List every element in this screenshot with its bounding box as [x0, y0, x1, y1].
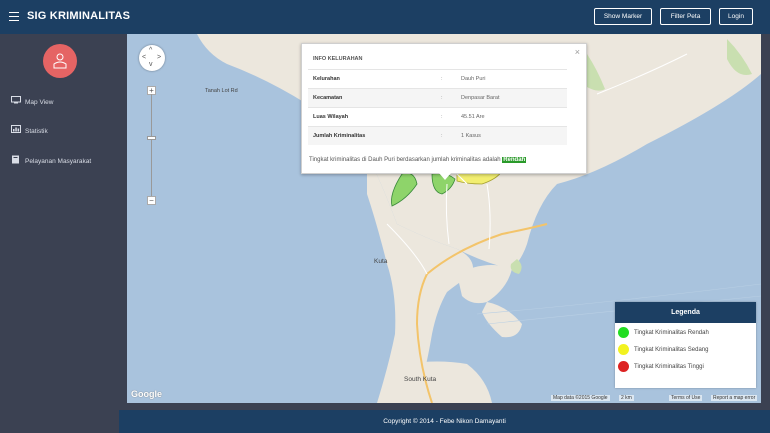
sidebar-item-statistik[interactable]: Statistik [11, 125, 48, 137]
legend-item-sedang: Tingkat Kriminalitas Sedang [618, 344, 708, 358]
info-separator: : [436, 106, 456, 126]
info-kelurahan-popup: × INFO KELURAHAN Kelurahan : Dauh Puri K… [301, 43, 587, 180]
pan-up-icon[interactable]: ^ [149, 47, 152, 54]
info-value: 1 Kasus [456, 125, 567, 145]
table-row: Jumlah Kriminalitas : 1 Kasus [308, 125, 567, 145]
login-button[interactable]: Login [719, 8, 753, 25]
map-label-tanah-lot: Tanah Lot Rd [205, 88, 238, 94]
map-legend: Legenda Tingkat Kriminalitas Rendah Ting… [615, 302, 756, 388]
map-canvas[interactable]: ^ < > v + − Tanah Lot Rd Kuta South Kuta… [127, 34, 761, 403]
sidebar-item-map-view[interactable]: Map View [11, 96, 53, 108]
red-dot-icon [618, 361, 629, 372]
map-label-south-kuta: South Kuta [404, 376, 437, 383]
sidebar-item-pelayanan-masyarakat[interactable]: Pelayanan Masyarakat [11, 155, 91, 167]
table-row: Kecamatan : Denpasar Barat [308, 87, 567, 107]
user-shield-icon [53, 53, 67, 69]
legend-item-tinggi: Tingkat Kriminalitas Tinggi [618, 361, 704, 375]
popup-pointer [439, 173, 451, 180]
pan-left-icon[interactable]: < [142, 54, 146, 61]
close-icon[interactable]: × [575, 47, 580, 57]
sidebar-item-label: Pelayanan Masyarakat [25, 158, 92, 165]
info-separator: : [436, 125, 456, 145]
info-value: Denpasar Barat [456, 87, 567, 107]
map-pan-control[interactable]: ^ < > v [139, 45, 165, 71]
monitor-icon [11, 96, 21, 109]
legend-label: Tingkat Kriminalitas Sedang [634, 347, 709, 354]
table-row: Luas Wilayah : 45.51 Are [308, 106, 567, 126]
info-key: Luas Wilayah [308, 106, 436, 126]
zoom-slider-thumb[interactable] [147, 136, 156, 140]
top-navbar: SIG KRIMINALITAS Show Marker Filter Peta… [0, 0, 770, 34]
info-separator: : [436, 87, 456, 107]
legend-title: Legenda [615, 302, 756, 323]
sidebar-item-label: Map View [25, 98, 54, 106]
sidebar-item-label: Statistik [25, 127, 48, 135]
legend-label: Tingkat Kriminalitas Tinggi [634, 364, 704, 371]
legend-item-rendah: Tingkat Kriminalitas Rendah [618, 327, 709, 341]
app-title: SIG KRIMINALITAS [27, 10, 131, 22]
google-logo[interactable]: Google [131, 389, 162, 399]
pan-down-icon[interactable]: v [149, 61, 153, 68]
info-separator: : [436, 68, 456, 88]
map-scale[interactable]: 2 km [619, 395, 634, 401]
info-value: Dauh Puri [456, 68, 567, 88]
app-logo [43, 44, 77, 78]
show-marker-button[interactable]: Show Marker [594, 8, 652, 25]
crime-level-badge: Rendah [502, 157, 527, 163]
info-value: 45.51 Are [456, 106, 567, 126]
info-summary-text: Tingkat kriminalitas di Dauh Puri berdas… [309, 157, 501, 163]
zoom-slider-track[interactable] [151, 94, 152, 196]
terms-link[interactable]: Terms of Use [669, 395, 703, 401]
book-icon [11, 155, 21, 169]
green-dot-icon [618, 327, 629, 338]
table-row: Kelurahan : Dauh Puri [308, 68, 567, 88]
info-key: Jumlah Kriminalitas [308, 125, 436, 145]
pan-right-icon[interactable]: > [157, 54, 161, 61]
map-attribution: Map data ©2015 Google [551, 395, 610, 401]
yellow-dot-icon [618, 344, 629, 355]
hamburger-menu-icon[interactable] [9, 12, 19, 21]
info-table: INFO KELURAHAN Kelurahan : Dauh Puri Kec… [308, 50, 567, 145]
zoom-out-button[interactable]: − [147, 196, 156, 205]
sidebar: Map View Statistik Pelayanan Masyarakat [0, 34, 119, 433]
info-summary: Tingkat kriminalitas di Dauh Puri berdas… [309, 157, 527, 163]
filter-peta-button[interactable]: Filter Peta [660, 8, 711, 25]
bar-chart-icon [11, 125, 21, 138]
legend-label: Tingkat Kriminalitas Rendah [634, 330, 709, 337]
report-error-link[interactable]: Report a map error [711, 395, 758, 401]
info-key: Kelurahan [308, 68, 436, 88]
footer: Copyright © 2014 - Febe Nikon Damayanti [119, 410, 770, 433]
info-key: Kecamatan [308, 87, 436, 107]
info-heading: INFO KELURAHAN [313, 56, 363, 63]
map-label-kuta: Kuta [374, 258, 388, 265]
